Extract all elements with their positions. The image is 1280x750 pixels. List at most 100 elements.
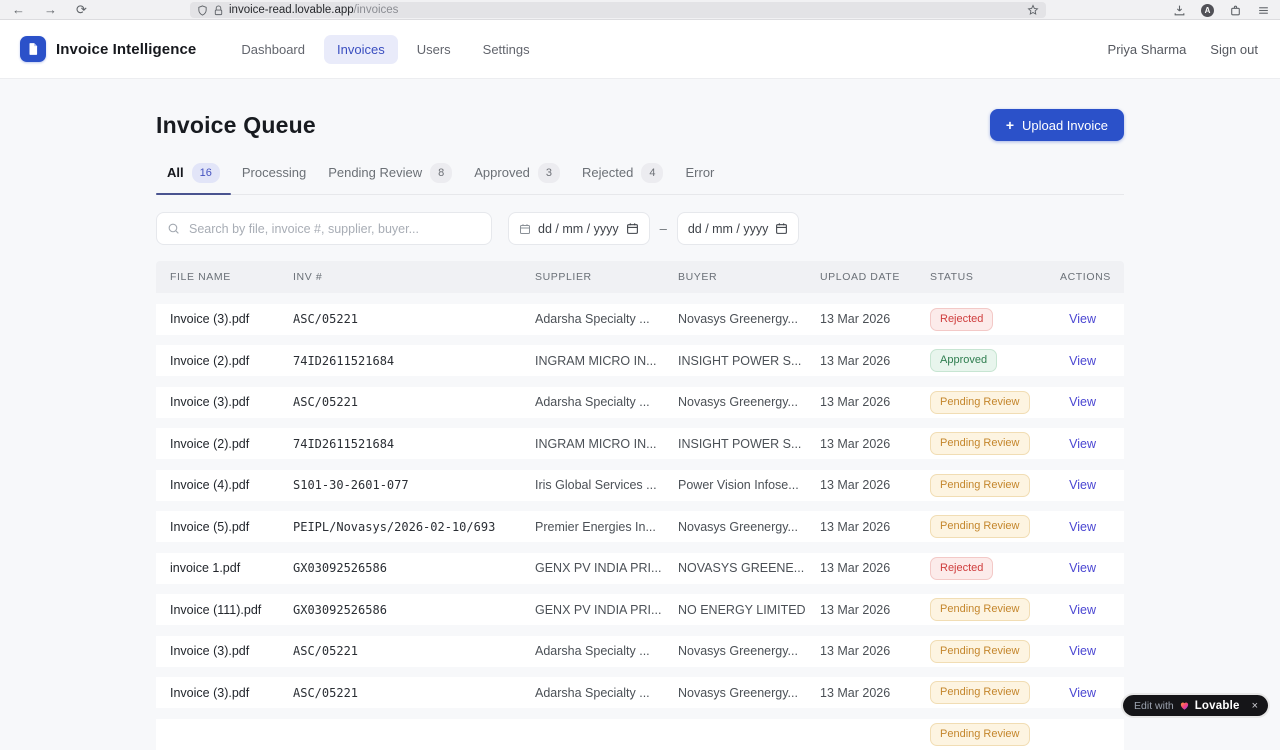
- supplier: INGRAM MICRO IN...: [535, 436, 657, 451]
- buyer: NOVASYS GREENE...: [678, 561, 805, 575]
- calendar-picker-icon[interactable]: [775, 222, 788, 235]
- status-badge: Rejected: [930, 307, 994, 331]
- tab-error[interactable]: Error: [674, 163, 725, 194]
- file-name: Invoice (3).pdf: [170, 395, 250, 409]
- status-badge: Pending Review: [930, 432, 1030, 455]
- view-link[interactable]: View: [1069, 312, 1096, 326]
- invoice-number: ASC/05221: [293, 644, 359, 658]
- buyer: INSIGHT POWER S...: [678, 436, 802, 451]
- browser-forward-icon[interactable]: →: [44, 3, 57, 16]
- nav-invoices[interactable]: Invoices: [324, 34, 398, 64]
- view-link[interactable]: View: [1069, 686, 1096, 700]
- search-box[interactable]: [156, 212, 492, 245]
- status-badge: Rejected: [930, 556, 994, 580]
- lock-icon: [213, 4, 224, 16]
- col-inv: INV #: [293, 271, 323, 283]
- col-file-name: FILE NAME: [170, 271, 231, 283]
- user-name: Priya Sharma: [1107, 41, 1187, 57]
- file-name: Invoice (2).pdf: [170, 353, 250, 368]
- view-link[interactable]: View: [1069, 437, 1096, 451]
- nav-users[interactable]: Users: [404, 35, 464, 64]
- shield-icon[interactable]: [197, 4, 208, 16]
- view-link[interactable]: View: [1069, 644, 1096, 658]
- page-title: Invoice Queue: [156, 111, 316, 138]
- file-name: Invoice (3).pdf: [170, 312, 250, 326]
- status-badge: Pending Review: [930, 473, 1030, 497]
- app-header: Invoice Intelligence Dashboard Invoices …: [0, 20, 1280, 79]
- view-link[interactable]: View: [1069, 603, 1096, 617]
- upload-date: 13 Mar 2026: [820, 519, 891, 534]
- download-icon[interactable]: [1173, 4, 1186, 17]
- app-logo: [20, 36, 46, 62]
- tab-rejected[interactable]: Rejected 4: [571, 163, 674, 194]
- supplier: Adarsha Specialty ...: [535, 685, 650, 700]
- document-icon: [26, 42, 40, 56]
- plus-icon: +: [1005, 117, 1014, 133]
- status-badge: Pending Review: [930, 722, 1030, 746]
- lovable-heart-icon: [1179, 700, 1190, 711]
- tab-pending-count: 8: [430, 163, 453, 183]
- sign-out-button[interactable]: Sign out: [1210, 42, 1258, 57]
- buyer: Novasys Greenergy...: [678, 395, 798, 409]
- invoice-number: S101-30-2601-077: [293, 478, 409, 492]
- table-row-partial: Pending Review: [156, 718, 1124, 750]
- view-link[interactable]: View: [1069, 520, 1096, 534]
- nav-settings[interactable]: Settings: [470, 35, 543, 64]
- calendar-icon: [519, 223, 531, 235]
- browser-back-icon[interactable]: ←: [12, 3, 25, 16]
- invoice-number: GX03092526586: [293, 561, 387, 575]
- bookmark-star-icon[interactable]: [1027, 4, 1039, 16]
- table-row: Invoice (3).pdf ASC/05221 Adarsha Specia…: [156, 386, 1124, 418]
- status-badge: Pending Review: [930, 598, 1030, 621]
- status-badge: Pending Review: [930, 515, 1030, 538]
- buyer: Novasys Greenergy...: [678, 685, 798, 700]
- tab-pending-review[interactable]: Pending Review 8: [317, 163, 463, 194]
- upload-date: 13 Mar 2026: [820, 561, 891, 575]
- table-row: Invoice (111).pdf GX03092526586 GENX PV …: [156, 594, 1124, 625]
- view-link[interactable]: View: [1069, 478, 1096, 492]
- upload-date: 13 Mar 2026: [820, 644, 891, 658]
- view-link[interactable]: View: [1069, 561, 1096, 575]
- view-link[interactable]: View: [1069, 354, 1096, 368]
- tab-all-count: 16: [191, 163, 220, 183]
- view-link[interactable]: View: [1069, 395, 1096, 409]
- col-actions: ACTIONS: [1060, 271, 1111, 283]
- upload-date: 13 Mar 2026: [820, 602, 891, 617]
- browser-profile-avatar[interactable]: A: [1201, 3, 1214, 17]
- buyer: Novasys Greenergy...: [678, 312, 798, 326]
- table-row: Invoice (3).pdf ASC/05221 Adarsha Specia…: [156, 635, 1124, 667]
- lovable-close-icon[interactable]: ×: [1252, 700, 1258, 712]
- menu-icon[interactable]: [1257, 4, 1270, 17]
- nav-dashboard[interactable]: Dashboard: [228, 35, 318, 64]
- tab-processing[interactable]: Processing: [231, 163, 317, 194]
- table-row: Invoice (5).pdf PEIPL/Novasys/2026-02-10…: [156, 511, 1124, 542]
- tab-approved[interactable]: Approved 3: [463, 163, 571, 194]
- address-bar[interactable]: invoice-read.lovable.app/invoices: [190, 2, 1046, 18]
- upload-date: 13 Mar 2026: [820, 436, 891, 451]
- tab-rejected-count: 4: [641, 163, 664, 183]
- buyer: Power Vision Infose...: [678, 478, 799, 492]
- search-input[interactable]: [187, 220, 481, 237]
- extensions-icon[interactable]: [1229, 4, 1242, 17]
- supplier: Adarsha Specialty ...: [535, 644, 650, 658]
- date-from-input[interactable]: dd / mm / yyyy: [508, 212, 650, 245]
- browser-toolbar: ← → ⟳ invoice-read.lovable.app/invoices …: [0, 0, 1280, 20]
- date-to-input[interactable]: dd / mm / yyyy: [676, 212, 800, 245]
- supplier: GENX PV INDIA PRI...: [535, 561, 662, 575]
- col-upload-date: UPLOAD DATE: [820, 271, 900, 283]
- upload-invoice-button[interactable]: + Upload Invoice: [989, 109, 1124, 141]
- edit-with-lovable-badge[interactable]: Edit with Lovable ×: [1121, 693, 1270, 718]
- invoice-number: 74ID2611521684: [293, 353, 395, 368]
- file-name: Invoice (111).pdf: [170, 602, 262, 617]
- browser-reload-icon[interactable]: ⟳: [76, 3, 87, 16]
- status-badge: Pending Review: [930, 390, 1030, 414]
- upload-date: 13 Mar 2026: [820, 312, 891, 326]
- tab-all[interactable]: All 16: [156, 163, 231, 195]
- table-row: Invoice (3).pdf ASC/05221 Adarsha Specia…: [156, 677, 1124, 708]
- calendar-picker-icon[interactable]: [626, 222, 639, 235]
- invoice-number: ASC/05221: [293, 395, 359, 409]
- table-row: invoice 1.pdf GX03092526586 GENX PV INDI…: [156, 552, 1124, 584]
- buyer: Novasys Greenergy...: [678, 519, 798, 534]
- search-icon: [167, 222, 180, 235]
- invoice-number: ASC/05221: [293, 312, 359, 326]
